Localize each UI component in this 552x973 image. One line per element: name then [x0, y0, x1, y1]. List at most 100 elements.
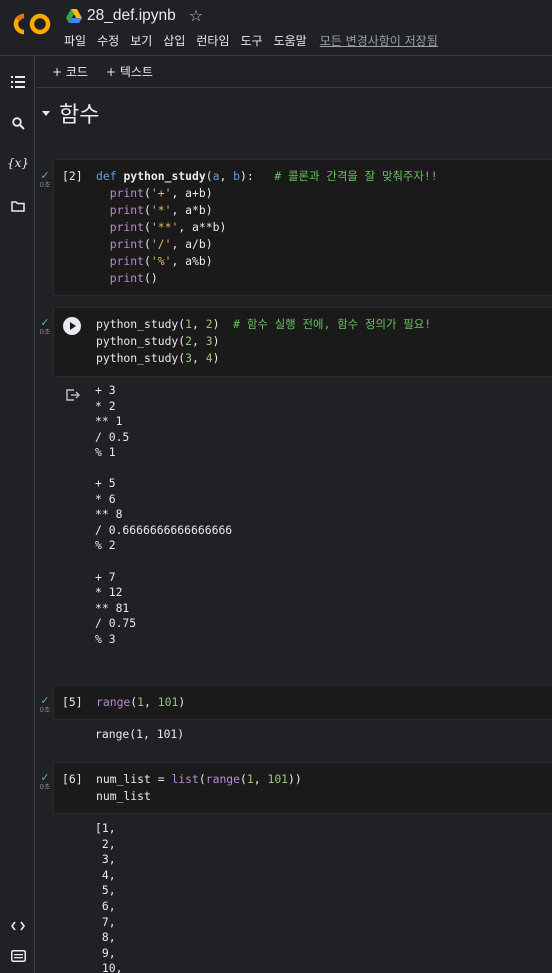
colab-logo[interactable] [13, 12, 51, 36]
code-cell[interactable]: [6] num_list = list(range(1, 101)) num_li… [53, 762, 552, 814]
files-icon[interactable] [8, 196, 28, 216]
code-editor[interactable]: range(1, 101) [96, 694, 185, 711]
search-icon[interactable] [8, 113, 28, 133]
code-line: python_study(3, 4) [96, 350, 431, 367]
menu-runtime[interactable]: 런타임 [196, 32, 229, 49]
code-line: range(1, 101) [96, 694, 185, 711]
code-token: 2 [205, 317, 213, 331]
code-token: ) [212, 317, 234, 331]
code-token: print [109, 237, 145, 251]
code-line: print('*', a*b) [96, 202, 438, 219]
add-text-button[interactable]: + 텍스트 [106, 63, 153, 80]
terminal-icon[interactable] [8, 946, 28, 966]
code-token: 101 [267, 772, 289, 786]
code-line: print('%', a%b) [96, 253, 438, 270]
code-snippets-icon[interactable] [8, 916, 28, 936]
menu-edit[interactable]: 수정 [97, 32, 119, 49]
code-token: ( [144, 220, 151, 234]
add-code-button[interactable]: + 코드 [52, 63, 88, 80]
code-token: ) [212, 334, 220, 348]
code-token: , a%b) [171, 254, 213, 268]
check-icon: ✓ [40, 694, 50, 707]
code-line: num_list = list(range(1, 101)) [96, 771, 302, 788]
code-token: b [233, 169, 241, 183]
code-line: num_list [96, 788, 302, 805]
code-token: ( [144, 203, 151, 217]
output-actions-icon[interactable] [66, 389, 80, 401]
variables-icon[interactable]: {x} [7, 153, 29, 173]
code-token: '%' [150, 254, 172, 268]
code-cell[interactable]: [2] def python_study(a, b): # 콜론과 간격을 잘 … [53, 159, 552, 296]
code-token: '**' [150, 220, 179, 234]
code-token: print [109, 254, 145, 268]
code-token: 3 [205, 334, 213, 348]
menu-view[interactable]: 보기 [130, 32, 152, 49]
check-icon: ✓ [40, 169, 50, 182]
star-icon[interactable]: ☆ [189, 8, 203, 24]
menu-file[interactable]: 파일 [64, 32, 86, 49]
code-token: range [96, 695, 131, 709]
code-token: python_study( [96, 334, 186, 348]
menu-insert[interactable]: 삽입 [163, 32, 185, 49]
cell-output: range(1, 101) [95, 727, 185, 741]
header: 28_def.ipynb ☆ 파일 수정 보기 삽입 런타임 도구 도움말 모든… [0, 0, 552, 56]
code-editor[interactable]: python_study( 1, 2) # 함수 실행 전에, 함수 정의가 필요… [96, 316, 431, 367]
code-token: ( [198, 772, 206, 786]
google-drive-icon[interactable] [66, 9, 82, 23]
code-line: print('**', a**b) [96, 219, 438, 236]
code-cell[interactable]: python_study( 1, 2) # 함수 실행 전에, 함수 정의가 필요… [53, 307, 552, 377]
code-line: print('/', a/b) [96, 236, 438, 253]
code-token: () [144, 271, 158, 285]
code-token: , [144, 695, 158, 709]
notebook-title[interactable]: 28_def.ipynb [87, 7, 176, 25]
collapse-caret-icon[interactable] [42, 110, 50, 116]
code-token: print [109, 220, 145, 234]
code-token: num_list [96, 789, 151, 803]
code-token: , a/b) [171, 237, 213, 251]
menu-bar: 파일 수정 보기 삽입 런타임 도구 도움말 모든 변경사항이 저장됨 [64, 32, 438, 49]
cell-output: + 3 * 2 ** 1 / 0.5 % 1 + 5 * 6 ** 8 / 0.… [95, 383, 233, 646]
code-token: ) [178, 695, 186, 709]
code-token: '*' [150, 203, 172, 217]
code-cell[interactable]: [5] range(1, 101) [53, 685, 552, 720]
check-icon: ✓ [40, 316, 50, 329]
code-token: print [109, 271, 145, 285]
code-token: , [253, 772, 268, 786]
code-token: python_study( [96, 351, 186, 365]
code-token: ( [240, 772, 247, 786]
code-line: python_study(2, 3) [96, 333, 431, 350]
code-token: 2 [185, 334, 193, 348]
code-token: '+' [150, 186, 172, 200]
code-line: print('+', a+b) [96, 185, 438, 202]
code-token: 1 [137, 695, 145, 709]
menu-tools[interactable]: 도구 [241, 32, 263, 49]
execution-count: [6] [62, 772, 83, 786]
code-token: # 함수 실행 전에, 함수 정의가 필요! [233, 317, 432, 331]
code-token: # 콜론과 간격을 잘 맞춰주자!! [274, 169, 438, 183]
code-editor[interactable]: num_list = list(range(1, 101)) num_list [96, 771, 302, 805]
code-token: , a+b) [171, 186, 213, 200]
run-cell-button[interactable] [63, 317, 81, 335]
code-token: , [192, 317, 206, 331]
code-line: print() [96, 270, 438, 287]
cell-output: [1, 2, 3, 4, 5, 6, 7, 8, 9, 10, [95, 821, 123, 973]
table-of-contents-icon[interactable] [8, 72, 28, 92]
code-token: 1 [185, 317, 193, 331]
code-token: ) [212, 351, 220, 365]
cell-status: ✓ 0초 [39, 694, 51, 714]
menu-help[interactable]: 도움말 [274, 32, 307, 49]
save-status[interactable]: 모든 변경사항이 저장됨 [320, 32, 438, 49]
code-token: range [205, 772, 241, 786]
left-rail: {x} [0, 56, 35, 973]
execution-count: [5] [62, 695, 83, 709]
code-editor[interactable]: def python_study(a, b): # 콜론과 간격을 잘 맞춰주자… [96, 168, 438, 287]
code-token: 1 [246, 772, 254, 786]
cell-status: ✓ 0초 [39, 316, 51, 336]
code-token: ( [144, 186, 151, 200]
code-token: , [192, 334, 206, 348]
code-token: ( [205, 169, 213, 183]
